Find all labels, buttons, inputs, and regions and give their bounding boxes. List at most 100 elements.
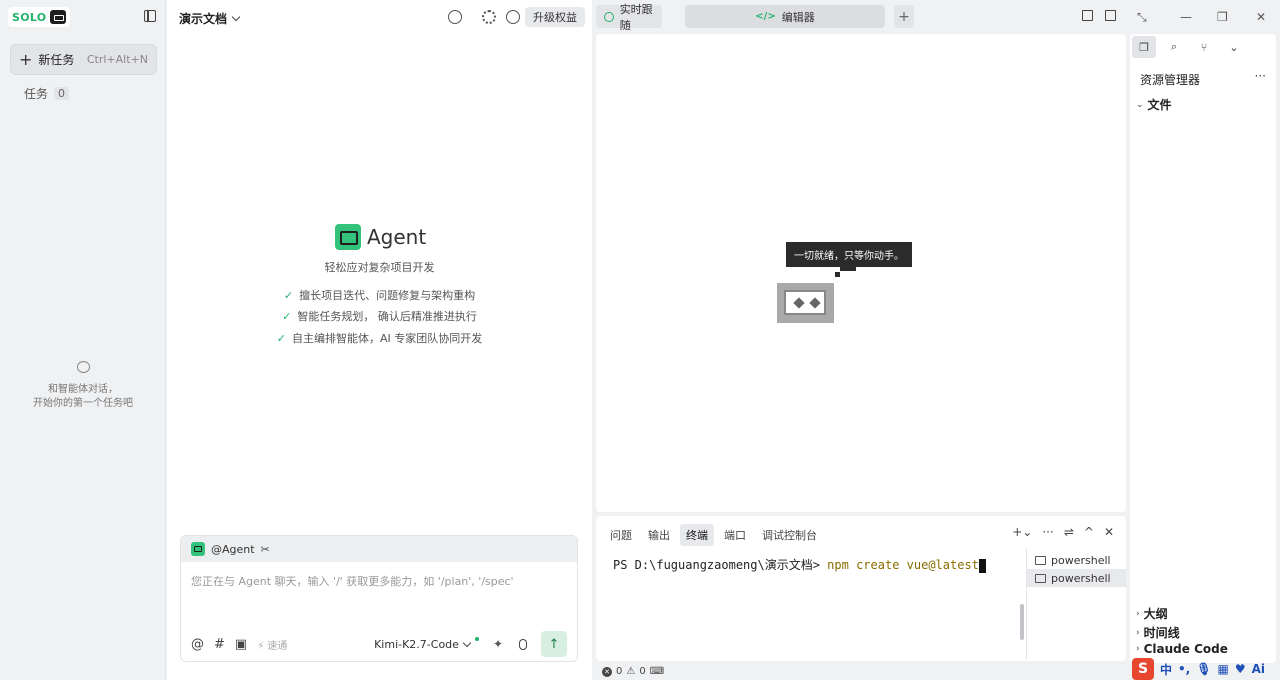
chat-bubble-icon	[77, 358, 90, 373]
restore-icon[interactable]: ❐	[1217, 10, 1228, 24]
sparkle-icon[interactable]: ✦	[493, 637, 503, 651]
user-icon[interactable]	[506, 10, 520, 24]
terminal-list: powershell powershell	[1026, 548, 1126, 660]
tasks-label: 任务	[24, 87, 49, 101]
more-icon[interactable]: ···	[1255, 69, 1266, 83]
microphone-icon[interactable]	[519, 638, 527, 650]
section-timeline[interactable]: › 时间线	[1136, 624, 1180, 641]
project-selector[interactable]: 演示文档	[179, 10, 241, 27]
solo-logo[interactable]: SOLO	[8, 7, 71, 27]
keyboard-icon[interactable]: ▦	[1217, 662, 1228, 676]
search-files-icon[interactable]: ⌕	[1162, 36, 1186, 58]
terminal-instance-label: powershell	[1051, 571, 1111, 585]
terminal-prompt: PS D:\fuguangzaomeng\演示文档>	[613, 558, 828, 572]
agent-mention[interactable]: @Agent	[211, 543, 255, 556]
empty-state-line2: 开始你的第一个任务吧	[33, 398, 133, 409]
terminal-instance[interactable]: powershell	[1027, 569, 1126, 587]
source-control-icon[interactable]: ⑂	[1192, 36, 1216, 58]
terminal-output[interactable]: PS D:\fuguangzaomeng\演示文档> npm create vu…	[613, 556, 986, 573]
settings-sliders-icon[interactable]: ⇌	[1064, 525, 1074, 539]
speech-bubble-dot	[835, 272, 840, 277]
explorer-toolbar: ❐ ⌕ ⑂ ⌄	[1132, 36, 1246, 58]
warning-count: 0	[639, 666, 646, 677]
terminal-icon	[1035, 573, 1046, 583]
robot-eye	[809, 297, 821, 309]
keyboard-icon[interactable]: ⌨	[650, 666, 664, 677]
model-selector[interactable]: Kimi-K2.7-Code	[374, 637, 479, 651]
ai-label[interactable]: Ai	[1252, 662, 1265, 676]
tab-editor-label: 编辑器	[781, 10, 815, 24]
chevron-down-icon: ⌄	[1136, 99, 1144, 110]
terminal-instance[interactable]: powershell	[1027, 551, 1126, 569]
collapse-icon[interactable]: ⤡	[1137, 10, 1147, 25]
error-icon[interactable]: ✕	[602, 666, 612, 677]
section-files[interactable]: ⌄ 文件	[1136, 96, 1172, 113]
check-icon: ✓	[283, 289, 294, 302]
add-tab-button[interactable]: +	[894, 5, 914, 28]
tab-output[interactable]: 输出	[642, 524, 676, 546]
more-icon[interactable]: ···	[1042, 525, 1053, 539]
chevron-right-icon: ›	[1136, 627, 1140, 638]
skin-icon[interactable]: ♥	[1235, 662, 1246, 676]
microphone-icon[interactable]: 🎙	[1196, 662, 1211, 676]
feature-item: ✓ 自主编排智能体，AI 专家团队协同开发	[276, 332, 483, 345]
section-outline-label: 大纲	[1143, 607, 1168, 621]
chevron-down-icon[interactable]: ⌄	[1222, 36, 1246, 58]
terminal-actions: +⌄ ··· ⇌ ^ ✕	[1012, 525, 1114, 539]
tab-ports[interactable]: 端口	[718, 524, 752, 546]
send-button[interactable]: ↑	[541, 631, 567, 657]
agent-icon	[191, 542, 205, 556]
chevron-down-icon	[462, 638, 472, 647]
chat-composer: @Agent ✂ 您正在与 Agent 聊天，输入 '/' 获取更多能力，如 '…	[180, 535, 578, 662]
tasks-header[interactable]: 任务 0	[24, 85, 70, 102]
section-claude-code[interactable]: › Claude Code	[1136, 642, 1228, 656]
tab-editor[interactable]: </> 编辑器	[685, 5, 885, 28]
section-claude-label: Claude Code	[1143, 642, 1228, 656]
close-panel-icon[interactable]: ✕	[1104, 525, 1114, 539]
chat-input[interactable]: 您正在与 Agent 聊天，输入 '/' 获取更多能力，如 '/plan', '…	[191, 573, 514, 589]
workspace-topbar: 实时跟随 </> 编辑器 + ⤡ — ❐ ✕	[592, 0, 1280, 34]
composer-header: @Agent ✂	[181, 536, 577, 562]
ime-mode[interactable]: 中	[1160, 661, 1172, 678]
upgrade-button[interactable]: 升级权益	[525, 7, 585, 27]
robot-mascot-icon	[777, 283, 834, 323]
terminal-instance-label: powershell	[1051, 553, 1111, 567]
live-follow-icon	[604, 11, 614, 22]
model-name: Kimi-K2.7-Code	[374, 637, 459, 651]
close-icon[interactable]: ✕	[1256, 10, 1266, 24]
empty-state-line1: 和智能体对话，	[48, 384, 118, 395]
terminal-cursor	[978, 558, 986, 573]
robot-face	[784, 290, 826, 315]
panel-bottom-icon[interactable]	[1082, 10, 1093, 21]
new-chat-icon[interactable]	[448, 10, 462, 24]
tab-terminal[interactable]: 终端	[680, 524, 714, 546]
image-icon[interactable]: ▣	[235, 637, 247, 652]
new-terminal-icon[interactable]: +⌄	[1012, 525, 1032, 539]
tab-debug-console[interactable]: 调试控制台	[756, 524, 823, 546]
tools-icon[interactable]: ✂	[261, 543, 270, 556]
hash-icon[interactable]: #	[214, 637, 225, 652]
tab-live-follow[interactable]: 实时跟随	[596, 3, 662, 32]
model-status-dot	[474, 637, 479, 641]
files-icon[interactable]: ❐	[1132, 36, 1156, 58]
maximize-panel-icon[interactable]: ^	[1084, 525, 1094, 539]
panel-right-icon[interactable]	[1105, 10, 1116, 21]
agent-logo-icon	[335, 224, 361, 250]
terminal-scrollbar[interactable]	[1020, 604, 1024, 640]
new-task-button[interactable]: + 新任务 Ctrl+Alt+N	[10, 44, 157, 75]
sogou-ime-icon[interactable]: S	[1132, 658, 1154, 680]
sidebar-toggle-icon[interactable]	[144, 10, 156, 22]
gear-icon[interactable]	[482, 10, 496, 24]
chevron-down-icon	[231, 12, 241, 22]
speed-mode-toggle[interactable]: ⚡ 速通	[257, 637, 287, 652]
section-timeline-label: 时间线	[1143, 626, 1180, 640]
chevron-right-icon: ›	[1136, 608, 1140, 619]
at-icon[interactable]: @	[191, 637, 204, 652]
tab-problems[interactable]: 问题	[604, 524, 638, 546]
section-outline[interactable]: › 大纲	[1136, 605, 1168, 622]
agent-title: Agent	[367, 225, 427, 249]
minimize-icon[interactable]: —	[1180, 10, 1192, 24]
punctuation-icon[interactable]: •,	[1178, 662, 1190, 676]
new-task-label: 新任务	[38, 53, 75, 67]
warning-icon[interactable]: ⚠	[626, 666, 635, 677]
